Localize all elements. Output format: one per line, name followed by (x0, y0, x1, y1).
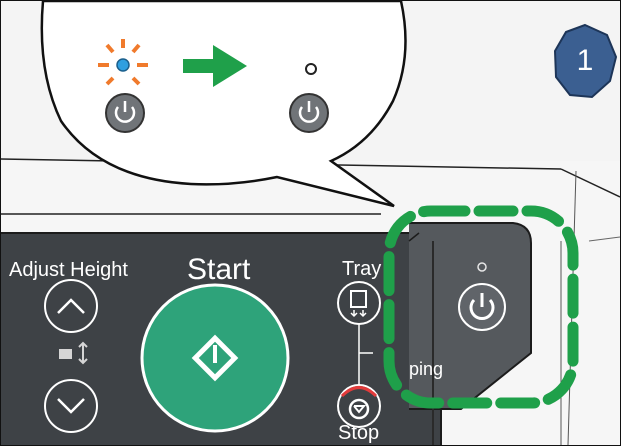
callout-power-button-before (105, 93, 145, 133)
step-number: 1 (576, 44, 594, 77)
instruction-illustration: Adjust Height Start Tray ping Stop 1 (0, 0, 621, 446)
callout-power-button-after (289, 93, 329, 133)
callout-bubble (40, 1, 407, 208)
